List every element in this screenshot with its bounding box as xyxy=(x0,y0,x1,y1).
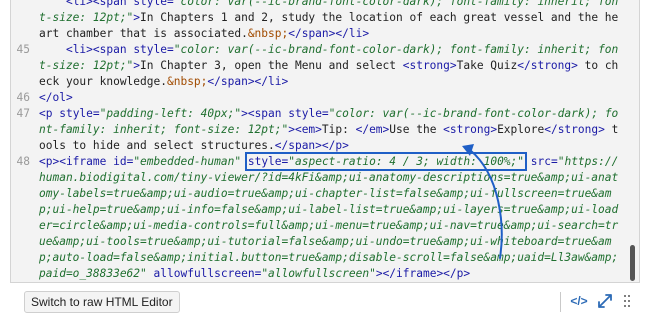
code-token: </ol> xyxy=(39,91,73,104)
line-number: 45 xyxy=(16,43,30,56)
line-content: <p style="padding-left: 40px;"><span sty… xyxy=(39,106,623,154)
code-token: Tip: xyxy=(321,123,356,136)
line-content: <p><iframe id="embedded-human" style="as… xyxy=(39,152,623,282)
switch-raw-html-editor-button[interactable]: Switch to raw HTML Editor xyxy=(24,291,180,313)
line-content: <li><span style="color: var(--ic-brand-f… xyxy=(39,42,623,90)
code-token: </span></p> xyxy=(274,139,349,152)
code-token: src= xyxy=(530,155,558,168)
code-token: <li><span xyxy=(65,43,134,56)
code-line[interactable]: 48 <p><iframe id="embedded-human" style="… xyxy=(11,152,623,282)
code-token: </span></li> xyxy=(288,27,370,40)
line-content: </ol> xyxy=(39,90,623,106)
code-token: <strong> xyxy=(402,59,457,72)
code-token: "padding-left: 40px;" xyxy=(99,107,242,120)
code-editor[interactable]: <li><span style="color: var(--ic-brand-f… xyxy=(10,0,640,283)
highlighted-style-attribute: style="aspect-ratio: 4 / 3; width: 100%;… xyxy=(244,152,528,171)
code-token: <p><iframe xyxy=(39,155,114,168)
code-token: &nbsp; xyxy=(247,27,289,40)
line-number: 48 xyxy=(16,155,30,168)
scrollbar-thumb[interactable] xyxy=(630,245,635,281)
footer-divider xyxy=(560,292,561,312)
code-token: Take Quiz xyxy=(456,59,518,72)
code-token: "https://human.biodigital.com/tiny-viewe… xyxy=(39,155,619,280)
code-token: "allowfullscreen" xyxy=(261,267,376,280)
code-line[interactable]: <li><span style="color: var(--ic-brand-f… xyxy=(11,0,623,42)
code-token: ></iframe></p> xyxy=(375,267,471,280)
code-view-icon[interactable]: </> xyxy=(568,290,590,312)
code-token: style= xyxy=(133,43,174,56)
code-token: "embedded-human" xyxy=(133,155,242,168)
code-token: allowfullscreen= xyxy=(153,267,262,280)
code-token: style= xyxy=(288,107,329,120)
code-token: "aspect-ratio: 4 / 3; width: 100%;" xyxy=(288,155,525,168)
code-line[interactable]: 46 </ol> xyxy=(11,90,623,106)
code-token: </strong> xyxy=(517,59,578,72)
code-token: In Chapter 3, open the Menu and select xyxy=(140,59,403,72)
code-token: style= xyxy=(247,155,289,168)
code-token: </em> xyxy=(355,123,390,136)
code-line[interactable]: 47 <p style="padding-left: 40px;"><span s… xyxy=(11,106,623,154)
line-number xyxy=(11,0,39,42)
code-line[interactable]: 45 <li><span style="color: var(--ic-bran… xyxy=(11,42,623,90)
code-token: </strong> xyxy=(544,123,605,136)
code-token: Explore xyxy=(497,123,545,136)
code-token: </span></li> xyxy=(207,75,289,88)
code-token: <strong> xyxy=(443,123,498,136)
line-number: 46 xyxy=(16,91,30,104)
code-token: ><span xyxy=(241,107,289,120)
code-token: <p xyxy=(39,107,60,120)
code-lines[interactable]: <li><span style="color: var(--ic-brand-f… xyxy=(11,0,623,282)
code-token: style= xyxy=(59,107,100,120)
line-content: <li><span style="color: var(--ic-brand-f… xyxy=(39,0,623,42)
vertical-scrollbar[interactable] xyxy=(626,0,636,282)
code-token: id= xyxy=(113,155,134,168)
code-token: <li><span xyxy=(65,0,134,8)
editor-footer: Switch to raw HTML Editor </> xyxy=(0,282,650,320)
code-token: Use the xyxy=(389,123,444,136)
drag-grip-icon[interactable] xyxy=(622,290,632,312)
line-number: 47 xyxy=(16,107,30,120)
code-token: &nbsp; xyxy=(166,75,208,88)
expand-icon[interactable] xyxy=(596,290,614,312)
code-token: ><em> xyxy=(288,123,322,136)
code-token: style= xyxy=(133,0,174,8)
